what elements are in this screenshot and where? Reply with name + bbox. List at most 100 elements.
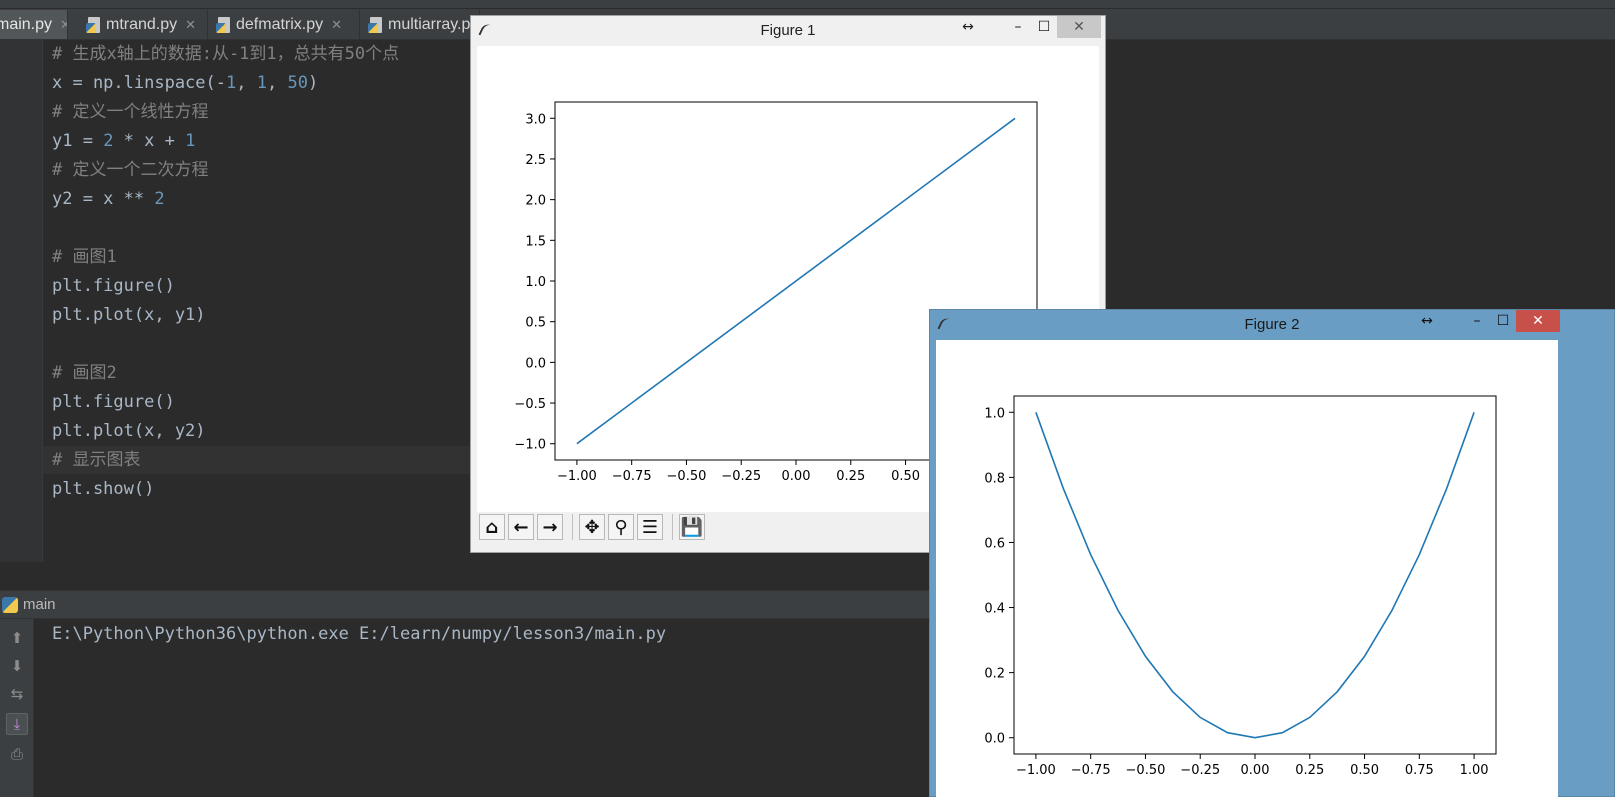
number-literal: 1 [185, 131, 196, 151]
x-tick-label: 0.25 [1295, 763, 1324, 778]
python-file-icon [368, 16, 384, 33]
y-tick-label: 1.0 [525, 275, 546, 290]
y-tick-label: 0.8 [984, 471, 1005, 486]
number-literal: 50 [287, 73, 308, 93]
forward-icon[interactable]: → [537, 514, 563, 540]
close-button[interactable]: ✕ [1516, 310, 1560, 332]
configure-icon[interactable]: ☰ [637, 514, 663, 540]
python-file-icon [86, 16, 102, 33]
print-icon[interactable]: ⎙ [6, 743, 28, 765]
restore-arrows-icon[interactable]: ↔ [1412, 310, 1442, 332]
tab-label: defmatrix.py [236, 15, 324, 33]
window-title: Figure 2 [1244, 315, 1300, 333]
code-line: y1 = 2 * x + 1 [52, 131, 196, 151]
y-tick-label: 0.0 [984, 732, 1005, 747]
toolbar-separator [572, 514, 573, 540]
y-tick-label: −1.0 [514, 438, 546, 453]
scroll-to-end-icon[interactable]: ⤓ [6, 713, 28, 735]
y-tick-label: 3.0 [525, 112, 546, 127]
y-tick-label: 1.5 [525, 234, 546, 249]
top-strip [0, 0, 1615, 9]
maximize-button[interactable]: ☐ [1029, 16, 1059, 38]
figure-1-toolbar: ⌂ ← → ✥ ⚲ ☰ 💾 [479, 514, 708, 540]
code-comment-line: # 定义一个线性方程 [52, 102, 209, 122]
soft-wrap-icon[interactable]: ⇆ [6, 683, 28, 705]
close-button[interactable]: ✕ [1057, 16, 1101, 38]
x-tick-label: −0.25 [1180, 763, 1220, 778]
y-tick-label: 0.0 [525, 356, 546, 371]
scroll-up-icon[interactable]: ⬆ [6, 627, 28, 649]
number-literal: 2 [154, 189, 165, 209]
x-tick-label: −1.00 [1016, 763, 1056, 778]
x-tick-label: 0.00 [1241, 763, 1270, 778]
x-tick-label: 0.50 [1350, 763, 1379, 778]
feather-icon [937, 315, 951, 333]
python-file-icon [216, 16, 232, 33]
x-tick-label: −0.25 [721, 469, 761, 484]
code-line: plt.plot(x, y1) [52, 305, 206, 325]
maximize-button[interactable]: ☐ [1488, 310, 1518, 332]
zoom-icon[interactable]: ⚲ [608, 514, 634, 540]
tab-defmatrix-py[interactable]: defmatrix.py ✕ [210, 10, 360, 39]
x-tick-label: −0.75 [612, 469, 652, 484]
x-tick-label: −0.50 [1126, 763, 1166, 778]
y-tick-label: 1.0 [984, 406, 1005, 421]
editor-gutter [0, 40, 43, 562]
python-run-icon [2, 596, 18, 613]
x-tick-label: −1.00 [557, 469, 597, 484]
tab-label: multiarray.py [388, 15, 479, 33]
window-title: Figure 1 [760, 21, 816, 39]
tab-multiarray-py[interactable]: multiarray.py [362, 10, 480, 39]
code-line: plt.figure() [52, 276, 175, 296]
y-tick-label: 2.0 [525, 194, 546, 209]
y-tick-label: 0.6 [984, 536, 1005, 551]
feather-icon [478, 21, 492, 39]
y-tick-label: 0.5 [525, 316, 546, 331]
y-tick-label: 2.5 [525, 153, 546, 168]
run-side-toolbar: ⬆ ⬇ ⇆ ⤓ ⎙ [0, 619, 34, 797]
toolbar-separator [672, 514, 673, 540]
x-tick-label: 0.25 [836, 469, 865, 484]
tab-label: mtrand.py [106, 15, 178, 33]
x-tick-label: 0.75 [1405, 763, 1434, 778]
number-literal: 1 [256, 73, 267, 93]
figure-2-chart[interactable]: −1.00 −0.75 −0.50 −0.25 0.00 0.25 0.50 0.75 1.00… [936, 340, 1558, 797]
save-icon[interactable]: 💾 [679, 514, 705, 540]
code-comment-line: # 画图1 [52, 247, 117, 267]
home-icon[interactable]: ⌂ [479, 514, 505, 540]
y-tick-label: 0.4 [984, 602, 1005, 617]
code-comment-line: # 生成x轴上的数据:从-1到1，总共有50个点 [52, 44, 400, 64]
figure-2-titlebar[interactable]: Figure 2 ↔ – ☐ ✕ [930, 310, 1614, 338]
code-line: plt.figure() [52, 392, 175, 412]
plot-area [1013, 395, 1497, 755]
console-output-line: E:\Python\Python36\python.exe E:/learn/n… [52, 624, 667, 644]
code-line: plt.plot(x, y2) [52, 421, 206, 441]
tab-main-py[interactable]: main.py ✕ [0, 10, 68, 39]
x-tick-label: −0.75 [1071, 763, 1111, 778]
figure-1-titlebar[interactable]: Figure 1 ↔ – ☐ ✕ [471, 16, 1105, 44]
number-literal: 2 [103, 131, 114, 151]
back-icon[interactable]: ← [508, 514, 534, 540]
y-tick-label: 0.2 [984, 667, 1005, 682]
run-config-name[interactable]: main [23, 596, 56, 613]
code-comment-line: # 定义一个二次方程 [52, 160, 209, 180]
tab-label: main.py [0, 15, 53, 33]
restore-arrows-icon[interactable]: ↔ [953, 16, 983, 38]
number-literal: 1 [226, 73, 237, 93]
x-tick-label: 1.00 [1460, 763, 1489, 778]
pan-icon[interactable]: ✥ [579, 514, 605, 540]
x-tick-label: 0.50 [891, 469, 920, 484]
close-icon[interactable]: ✕ [60, 17, 67, 33]
figure-2-canvas[interactable]: −1.00 −0.75 −0.50 −0.25 0.00 0.25 0.50 0.75 1.00… [936, 340, 1558, 797]
code-line: plt.show() [52, 479, 155, 499]
code-comment-line: # 显示图表 [52, 450, 141, 470]
x-tick-label: −0.50 [667, 469, 707, 484]
close-icon[interactable]: ✕ [331, 17, 342, 33]
figure-2-window[interactable]: Figure 2 ↔ – ☐ ✕ −1.00 −0.75 −0.50 −0.25 0.0… [929, 309, 1615, 797]
tab-mtrand-py[interactable]: mtrand.py ✕ [80, 10, 208, 39]
scroll-down-icon[interactable]: ⬇ [6, 655, 28, 677]
code-comment-line: # 画图2 [52, 363, 117, 383]
x-tick-label: 0.00 [782, 469, 811, 484]
code-line: y2 = x ** 2 [52, 189, 165, 209]
close-icon[interactable]: ✕ [185, 17, 196, 33]
